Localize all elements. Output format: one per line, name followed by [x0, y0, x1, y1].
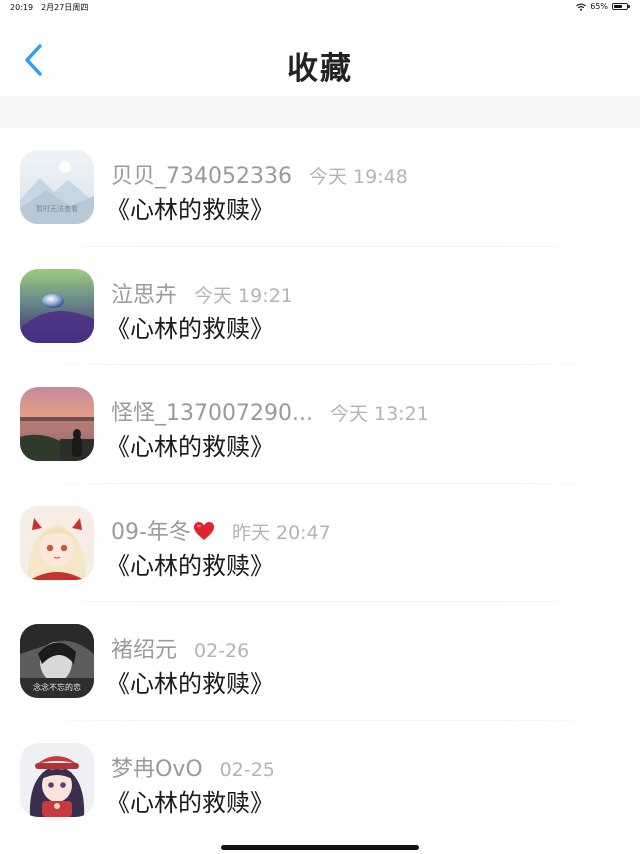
- list-item[interactable]: 暂时无法查看 贝贝_734052336 今天 19:48 《心林的救赎》: [0, 128, 640, 247]
- avatar-bw-portrait: 念念不忘的恋: [20, 624, 94, 698]
- timestamp: 02-25: [219, 758, 275, 781]
- avatar-caption: 念念不忘的恋: [33, 682, 81, 692]
- status-time: 20:19: [10, 3, 34, 12]
- favorites-list: 暂时无法查看 贝贝_734052336 今天 19:48 《心林的救赎》 泣思卉…: [0, 128, 640, 839]
- list-item[interactable]: 09-年冬 昨天 20:47 《心林的救赎》: [0, 484, 640, 602]
- meta-line: 贝贝_734052336 今天 19:48: [111, 158, 408, 190]
- heart-icon: [193, 521, 215, 547]
- meta-line: 褚绍元 02-26: [111, 632, 249, 664]
- item-title: 《心林的救赎》: [106, 551, 274, 580]
- item-title: 《心林的救赎》: [106, 670, 274, 698]
- home-indicator[interactable]: [221, 845, 419, 850]
- item-title: 《心林的救赎》: [106, 196, 274, 224]
- timestamp: 昨天 20:47: [231, 521, 331, 544]
- avatar-water-drop: [20, 268, 94, 343]
- user-name: 泣思卉: [111, 282, 178, 308]
- meta-line: 泣思卉 今天 19:21: [111, 277, 293, 309]
- user-name: 梦冉OvO: [111, 756, 203, 782]
- user-name: 09-年冬: [111, 514, 215, 547]
- item-title: 《心林的救赎》: [106, 788, 274, 817]
- status-left: 20:19 2月27日周四: [10, 2, 88, 13]
- battery-fill: [614, 5, 622, 8]
- page-title: 收藏: [287, 51, 353, 87]
- meta-line: 怪怪_137007290... 今天 13:21: [111, 395, 429, 427]
- avatar-sunset-lake: [20, 387, 94, 461]
- battery-percent: 65%: [590, 2, 608, 11]
- avatar-anime-girl-beret: [20, 742, 94, 817]
- section-gap: [0, 96, 640, 128]
- timestamp: 今天 19:48: [308, 166, 408, 188]
- avatar-placeholder: 暂时无法查看: [20, 150, 94, 224]
- list-item[interactable]: 梦冉OvO 02-25 《心林的救赎》: [0, 721, 640, 840]
- user-name: 褚绍元: [111, 638, 178, 663]
- timestamp: 02-26: [194, 640, 250, 662]
- battery-icon: [612, 3, 630, 10]
- list-item[interactable]: 怪怪_137007290... 今天 13:21 《心林的救赎》: [0, 365, 640, 484]
- list-item[interactable]: 念念不忘的恋 褚绍元 02-26 《心林的救赎》: [0, 602, 640, 721]
- user-name: 怪怪_137007290...: [111, 401, 313, 426]
- nav-header: 收藏: [0, 16, 640, 96]
- wifi-icon: [576, 3, 587, 11]
- meta-line: 09-年冬 昨天 20:47: [111, 514, 331, 547]
- item-title: 《心林的救赎》: [106, 433, 274, 461]
- screen: 20:19 2月27日周四 65% 收藏 暂时无法查看 贝贝_734052336…: [0, 0, 640, 854]
- user-name-text: 09-年冬: [111, 519, 191, 545]
- timestamp: 今天 19:21: [194, 284, 293, 307]
- status-bar: 20:19 2月27日周四 65%: [0, 0, 640, 16]
- item-title: 《心林的救赎》: [106, 314, 274, 343]
- status-date: 2月27日周四: [41, 3, 89, 12]
- avatar-anime-girl: [20, 505, 94, 580]
- list-item[interactable]: 泣思卉 今天 19:21 《心林的救赎》: [0, 247, 640, 365]
- user-name: 贝贝_734052336: [111, 164, 292, 189]
- avatar-caption: 暂时无法查看: [36, 204, 78, 213]
- timestamp: 今天 13:21: [329, 403, 429, 425]
- meta-line: 梦冉OvO 02-25: [111, 751, 275, 783]
- status-right: 65%: [576, 2, 630, 11]
